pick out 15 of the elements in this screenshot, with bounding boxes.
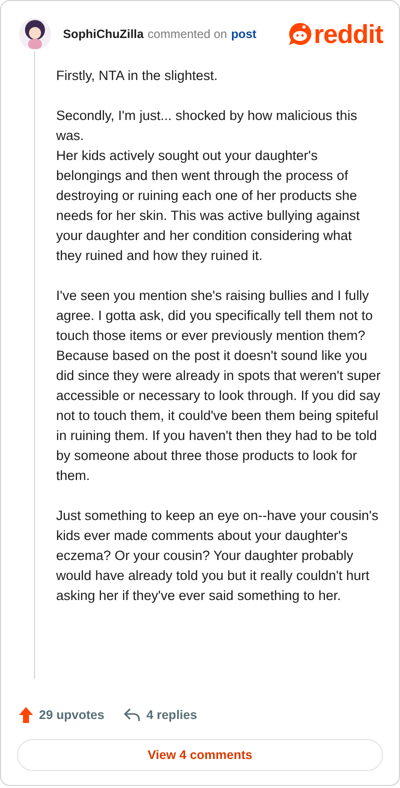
author-name[interactable]: SophiChuZilla bbox=[63, 25, 144, 43]
reply-icon[interactable] bbox=[124, 708, 140, 722]
comment-paragraph: Secondly, I'm just... shocked by how malicious this was. Her kids actively sought out your daughter's belongings and then went through the process of destroying or ruining each one of her products she needs for her skin. This was active bullying against your daughter and her condition considering what they ruined and how they ruined it. bbox=[56, 107, 361, 265]
avatar-icon bbox=[19, 18, 51, 50]
comment-paragraph: Just something to keep an eye on--have your cousin's kids ever made comments about your daughter's eczema? Or your cousin? Your daughter probably would have already told you but it really couldn't hurt asking her if they've ever said something to her. bbox=[56, 507, 380, 605]
snoo-icon bbox=[288, 22, 312, 46]
reddit-logo: reddit bbox=[314, 21, 383, 47]
upvote-count: 29 upvotes bbox=[39, 706, 104, 724]
comment-paragraph: I've seen you mention she's raising bullies and I fully agree. I gotta ask, did you specifically tell them not to touch those items or ever previously mention them? Because based on the post it doesn't sound like you did since they were already in spots that weren't super accessible or necessary to look through. If you did say not to touch them, it could've been them being spiteful in ruining them. If you haven't then they had to be told by someone about three those products to look for them. bbox=[56, 287, 381, 485]
reply-count: 4 replies bbox=[146, 706, 198, 724]
view-comments-button[interactable]: View 4 comments bbox=[17, 739, 383, 771]
post-link[interactable]: post bbox=[231, 25, 256, 43]
upvote-icon[interactable] bbox=[19, 707, 33, 723]
action-text: commented on bbox=[148, 26, 228, 43]
comment-paragraph: Firstly, NTA in the slightest. bbox=[56, 67, 219, 85]
